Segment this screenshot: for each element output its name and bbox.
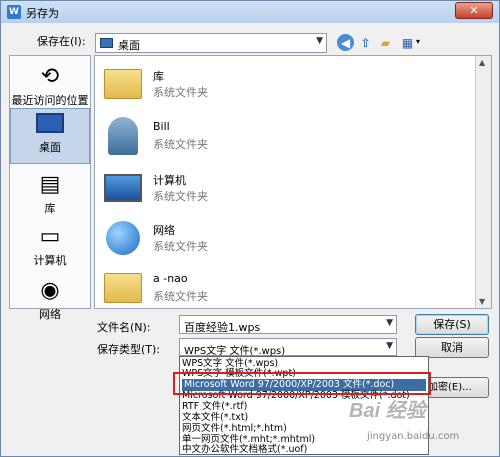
place-libraries[interactable]: ▤ 库 [10, 170, 90, 216]
file-name: 库 [153, 70, 164, 83]
savetype-select[interactable]: WPS文字 文件(*.wps) ▼ [179, 338, 397, 357]
scroll-up-icon[interactable]: ▲ [479, 58, 485, 67]
desktop-icon [100, 38, 113, 48]
file-type: 系统文件夹 [153, 138, 208, 151]
file-type: 系统文件夹 [153, 190, 208, 203]
chevron-down-icon: ▼ [316, 36, 323, 46]
file-type: 系统文件夹 [153, 240, 208, 253]
list-item[interactable]: a -nao 系统文件夹 [101, 266, 401, 320]
chevron-down-icon[interactable]: ▼ [386, 318, 393, 328]
watermark-logo: Bai 经验 [349, 400, 426, 422]
dialog-title: 另存为 [26, 7, 59, 20]
save-button[interactable]: 保存(S) [415, 314, 489, 335]
filename-field[interactable]: 百度经验1.wps ▼ [179, 315, 397, 334]
place-computer[interactable]: ▭ 计算机 [10, 222, 90, 268]
dropdown-option[interactable]: 中文办公软件文档格式(*.uof) [182, 444, 307, 456]
cancel-button[interactable]: 取消 [415, 337, 489, 358]
baidu-jingyan-watermark: Bai 经验 jingyan.baidu.com [349, 394, 489, 448]
chevron-down-icon[interactable]: ▼ [386, 341, 393, 351]
highlight-annotation-box [173, 372, 431, 395]
place-recent[interactable]: ⟲ 最近访问的位置 [10, 62, 90, 108]
file-type: 系统文件夹 [153, 86, 208, 99]
place-label: 桌面 [39, 141, 61, 154]
savetype-label: 保存类型(T): [97, 343, 161, 356]
network-icon: ◉ [40, 277, 60, 303]
savein-label: 保存在(I): [37, 35, 86, 48]
folder-icon [101, 266, 145, 310]
list-item[interactable]: 库 系统文件夹 [101, 62, 401, 116]
desktop-icon [35, 109, 65, 137]
back-icon[interactable]: ◀ [337, 34, 354, 51]
computer-icon: ▭ [39, 223, 61, 249]
save-as-dialog: W 另存为 ✕ 保存在(I): 桌面 ▼ ◀ ⇧ ▰ ▦ ▾ ⟲ 最近访问的位置… [0, 0, 500, 457]
computer-icon [101, 166, 145, 210]
views-dropdown-arrow[interactable]: ▾ [416, 37, 420, 46]
new-folder-icon[interactable]: ▰ [377, 34, 394, 51]
place-desktop[interactable]: 桌面 [10, 108, 90, 164]
file-name: 计算机 [153, 174, 186, 187]
list-item[interactable]: 网络 系统文件夹 [101, 216, 401, 270]
recent-places-icon: ⟲ [40, 63, 60, 89]
watermark-site: jingyan.baidu.com [367, 431, 460, 442]
scroll-down-icon[interactable]: ▼ [479, 297, 485, 306]
place-label: 最近访问的位置 [11, 94, 89, 107]
close-button[interactable]: ✕ [455, 2, 493, 19]
place-label: 网络 [39, 308, 61, 321]
file-name: a -nao [153, 272, 188, 285]
network-icon [101, 216, 145, 260]
filename-value: 百度经验1.wps [184, 321, 261, 334]
vertical-scrollbar[interactable]: ▲ ▼ [475, 56, 491, 308]
savein-combo[interactable]: 桌面 ▼ [95, 33, 327, 53]
savein-value: 桌面 [118, 39, 140, 52]
place-network[interactable]: ◉ 网络 [10, 276, 90, 322]
views-menu-icon[interactable]: ▦ [399, 34, 416, 51]
filename-label: 文件名(N): [97, 321, 151, 334]
up-folder-icon[interactable]: ⇧ [357, 34, 374, 51]
user-folder-icon [101, 114, 145, 158]
places-bar: ⟲ 最近访问的位置 桌面 ▤ 库 ▭ 计算机 ◉ 网络 [9, 55, 91, 321]
library-folder-icon [101, 62, 145, 106]
file-name: 网络 [153, 224, 175, 237]
savetype-value: WPS文字 文件(*.wps) [184, 346, 286, 357]
place-label: 计算机 [33, 254, 67, 267]
list-item[interactable]: Bill 系统文件夹 [101, 114, 401, 168]
library-icon: ▤ [39, 171, 61, 197]
file-list: 库 系统文件夹 Bill 系统文件夹 计算机 系统文件夹 网络 系统文件夹 a … [94, 55, 492, 309]
file-name: Bill [153, 120, 170, 133]
title-bar[interactable]: W 另存为 ✕ [1, 1, 499, 23]
place-label: 库 [44, 202, 56, 215]
list-item[interactable]: 计算机 系统文件夹 [101, 166, 401, 220]
wps-app-icon: W [7, 5, 21, 19]
file-type: 系统文件夹 [153, 290, 208, 303]
